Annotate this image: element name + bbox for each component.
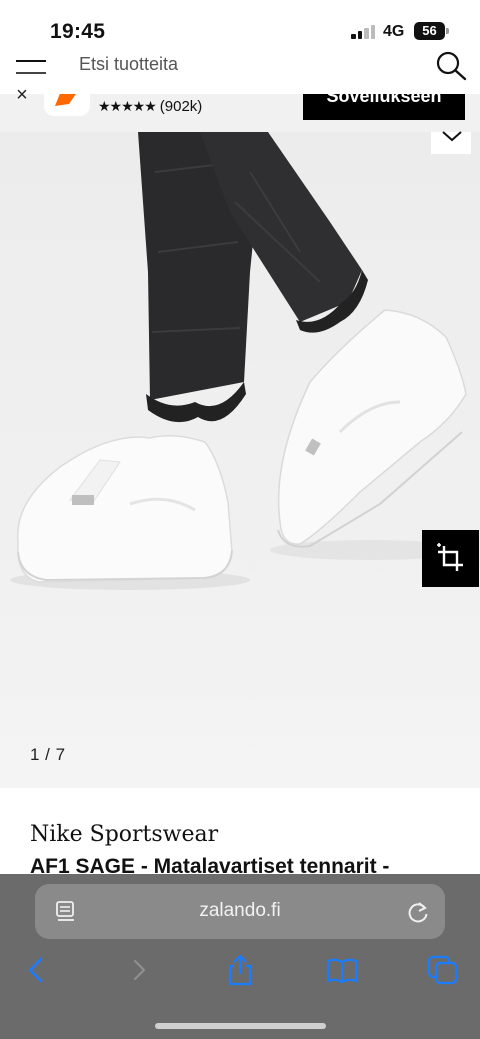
close-icon[interactable]: ×: [12, 84, 32, 106]
search-header: [0, 48, 480, 94]
battery-icon: 56: [414, 22, 445, 40]
signal-icon: [351, 25, 377, 39]
collapse-banner-button[interactable]: [431, 131, 471, 154]
product-title: AF1 SAGE - Matalavartiset tennarit -: [30, 855, 390, 875]
forward-icon[interactable]: [123, 953, 157, 987]
search-icon[interactable]: [434, 51, 470, 83]
back-icon[interactable]: [20, 953, 54, 987]
battery-tip: [446, 28, 449, 34]
image-pager: 1 / 7: [30, 745, 66, 764]
bookmarks-icon[interactable]: [325, 953, 359, 987]
menu-icon[interactable]: [16, 60, 46, 80]
tabs-icon[interactable]: [426, 953, 460, 987]
app-rating: ★★★★★ (902k): [98, 98, 202, 115]
similar-items-button[interactable]: [422, 530, 479, 587]
product-image[interactable]: [0, 132, 480, 788]
rating-stars-icon: ★★★★★: [98, 98, 157, 114]
network-label: 4G: [383, 23, 405, 40]
home-indicator: [155, 1023, 326, 1029]
search-input[interactable]: [79, 54, 419, 75]
brand-name[interactable]: Nike Sportswear: [30, 822, 218, 847]
rating-count: (902k): [159, 98, 203, 115]
status-time: 19:45: [50, 20, 106, 43]
reload-icon[interactable]: [405, 899, 431, 925]
crop-icon: [437, 543, 463, 571]
share-icon[interactable]: [223, 953, 257, 987]
